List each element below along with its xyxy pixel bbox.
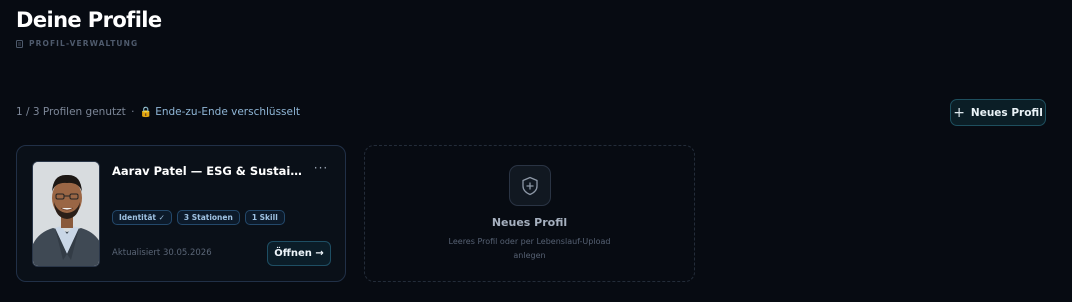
open-profile-button[interactable]: Öffnen → bbox=[267, 241, 331, 266]
profile-name: Aarav Patel — ESG & Sustainabili... bbox=[112, 164, 307, 178]
more-options-icon[interactable]: ··· bbox=[313, 162, 329, 176]
subtitle-text: PROFIL-VERWALTUNG bbox=[29, 39, 139, 48]
plus-icon: + bbox=[953, 104, 965, 121]
new-profile-card[interactable]: Neues Profil Leeres Profil oder per Lebe… bbox=[364, 145, 695, 282]
new-profile-button-label: Neues Profil bbox=[970, 106, 1043, 119]
usage-count: 1 / 3 Profilen genutzt bbox=[16, 106, 126, 118]
file-icon bbox=[16, 39, 23, 48]
status-line: 1 / 3 Profilen genutzt · 🔒 Ende-zu-Ende v… bbox=[16, 106, 300, 118]
new-profile-card-title: Neues Profil bbox=[491, 216, 568, 229]
lock-icon: 🔒 bbox=[139, 107, 153, 118]
page-title: Deine Profile bbox=[16, 8, 162, 32]
new-profile-button[interactable]: + Neues Profil bbox=[950, 99, 1046, 126]
tag-skills: 1 Skill bbox=[244, 210, 285, 225]
profile-tags: Identität ✓ 3 Stationen 1 Skill bbox=[112, 210, 285, 225]
new-profile-card-description: Leeres Profil oder per Lebenslauf-Upload… bbox=[448, 237, 611, 260]
profile-card[interactable]: Aarav Patel — ESG & Sustainabili... ··· … bbox=[16, 145, 346, 282]
shield-plus-icon bbox=[509, 165, 551, 206]
avatar bbox=[32, 161, 100, 267]
updated-date: Aktualisiert 30.05.2026 bbox=[112, 248, 212, 258]
page-subtitle: PROFIL-VERWALTUNG bbox=[16, 39, 138, 48]
encryption-status: Ende-zu-Ende verschlüsselt bbox=[155, 106, 301, 118]
separator: · bbox=[131, 106, 135, 118]
tag-identity: Identität ✓ bbox=[112, 210, 172, 225]
tag-stations: 3 Stationen bbox=[176, 210, 240, 225]
